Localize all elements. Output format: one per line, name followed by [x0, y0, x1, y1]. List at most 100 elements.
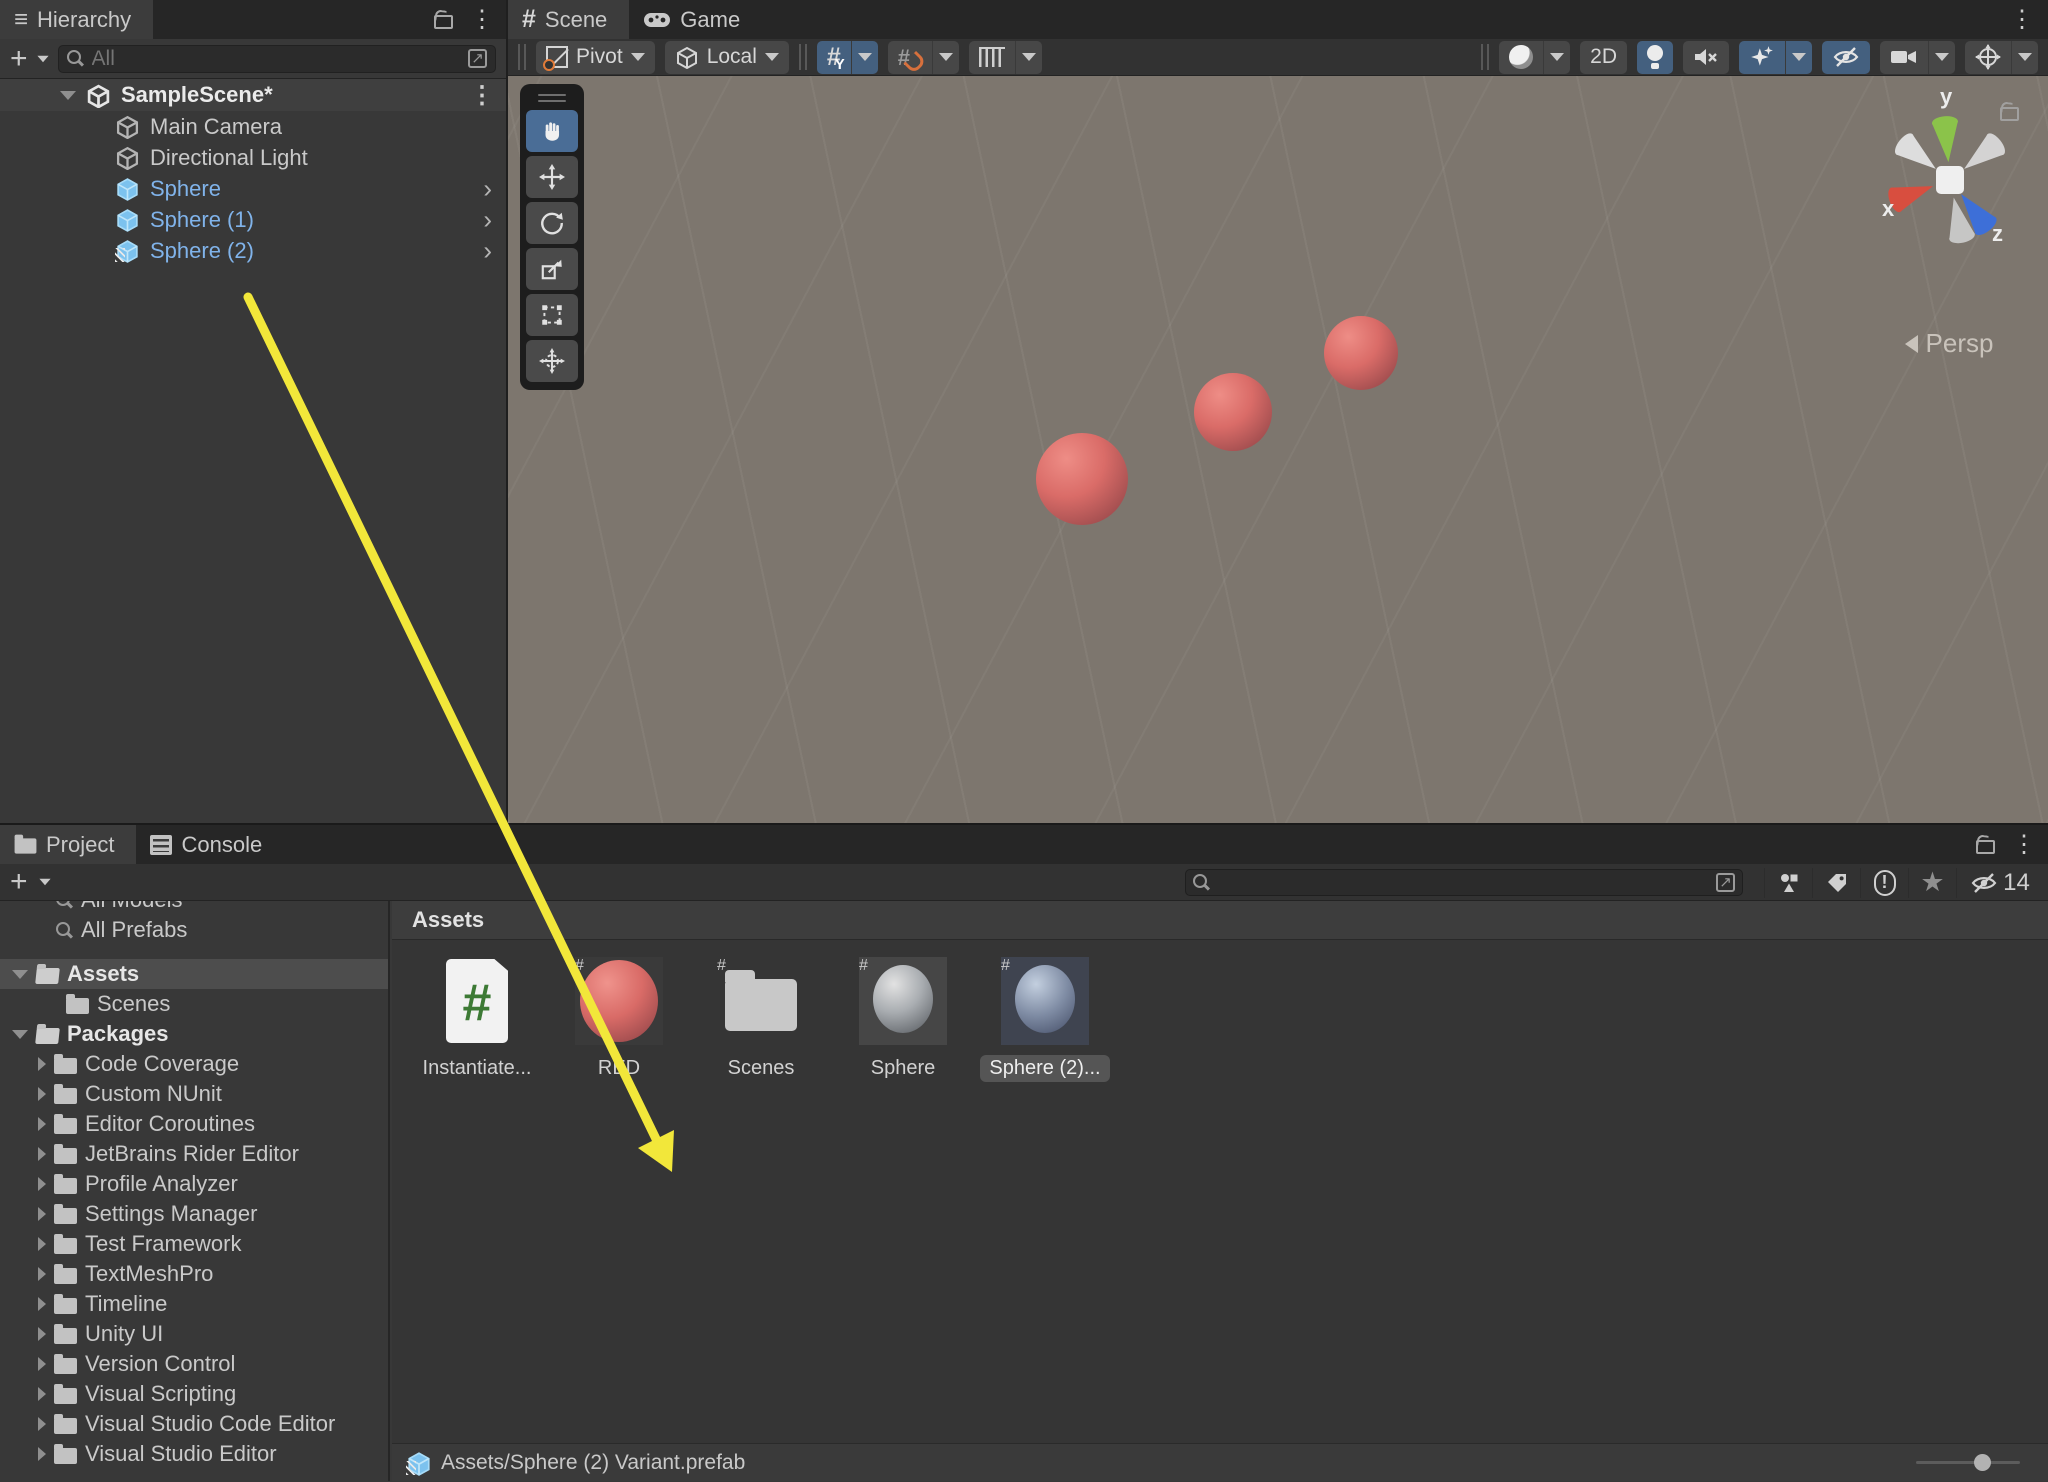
package-item[interactable]: Test Framework	[0, 1229, 388, 1259]
gizmos-caret[interactable]	[2011, 41, 2038, 74]
hierarchy-item[interactable]: Sphere (2) ›	[0, 235, 506, 266]
assets-breadcrumb[interactable]: Assets	[392, 901, 2048, 940]
create-asset-button[interactable]: +	[10, 867, 28, 897]
asset-thumbnail[interactable]: #	[717, 957, 805, 1045]
package-item[interactable]: Profile Analyzer	[0, 1169, 388, 1199]
asset-item[interactable]: # Scenes	[690, 957, 832, 1082]
package-item[interactable]: Visual Studio Code Editor	[0, 1409, 388, 1439]
transform-tool-button[interactable]	[526, 340, 578, 382]
gizmo-y-label[interactable]: y	[1940, 84, 1952, 110]
scale-tool-button[interactable]	[526, 248, 578, 290]
scene-kebab-icon[interactable]: ⋮	[470, 81, 494, 110]
gizmo-x-label[interactable]: x	[1882, 196, 1894, 222]
package-foldout-icon[interactable]	[38, 1357, 46, 1371]
package-item[interactable]: JetBrains Rider Editor	[0, 1139, 388, 1169]
open-search-window-icon[interactable]: ↗	[468, 49, 487, 68]
package-item[interactable]: Visual Scripting	[0, 1379, 388, 1409]
tab-game[interactable]: Game	[629, 0, 762, 39]
local-dropdown[interactable]: Local	[665, 41, 789, 74]
tab-scene[interactable]: # Scene	[508, 0, 629, 39]
overlay-drag-handle[interactable]	[526, 90, 578, 106]
add-object-caret-icon[interactable]	[37, 55, 48, 61]
package-item[interactable]: Custom NUnit	[0, 1079, 388, 1109]
hierarchy-item[interactable]: Main Camera ›	[0, 111, 506, 142]
rect-tool-button[interactable]	[526, 294, 578, 336]
lock-icon[interactable]	[432, 10, 452, 30]
package-item[interactable]: Settings Manager	[0, 1199, 388, 1229]
project-search-window-icon[interactable]: ↗	[1716, 873, 1735, 892]
scene-effects-caret[interactable]	[1785, 41, 1812, 74]
scene-root-row[interactable]: SampleScene* ⋮	[0, 79, 506, 111]
toolbar-drag-handle-3[interactable]	[1481, 44, 1489, 70]
package-item[interactable]: Editor Coroutines	[0, 1109, 388, 1139]
package-foldout-icon[interactable]	[38, 1147, 46, 1161]
asset-item[interactable]: # Sphere	[832, 957, 974, 1082]
toolbar-drag-handle-2[interactable]	[799, 44, 807, 70]
tab-project[interactable]: Project	[0, 825, 136, 864]
hand-tool-button[interactable]	[526, 110, 578, 152]
scene-lighting-button[interactable]	[1637, 41, 1673, 74]
project-search[interactable]: ↗	[1185, 869, 1743, 896]
move-tool-button[interactable]	[526, 156, 578, 198]
perspective-toggle[interactable]: Persp	[1874, 328, 2024, 359]
asset-thumbnail[interactable]: #	[575, 957, 663, 1045]
package-item[interactable]: Timeline	[0, 1289, 388, 1319]
package-item[interactable]: Code Coverage	[0, 1049, 388, 1079]
filter-by-type-button[interactable]	[1764, 868, 1812, 898]
tree-item-scenes[interactable]: Scenes	[0, 989, 388, 1019]
package-foldout-icon[interactable]	[38, 1327, 46, 1341]
package-foldout-icon[interactable]	[38, 1237, 46, 1251]
scene-effects-button[interactable]	[1739, 41, 1785, 74]
package-foldout-icon[interactable]	[38, 1267, 46, 1281]
asset-thumbnail[interactable]: #	[1001, 957, 1089, 1045]
package-item[interactable]: TextMeshPro	[0, 1259, 388, 1289]
hierarchy-item[interactable]: Sphere ›	[0, 173, 506, 204]
kebab-menu-icon[interactable]: ⋮	[470, 5, 494, 34]
gizmo-lock-icon[interactable]	[1998, 102, 2018, 122]
shading-mode-button[interactable]	[1499, 41, 1543, 74]
package-item[interactable]: Visual Studio Editor	[0, 1439, 388, 1469]
grid-visibility-button[interactable]: #Y	[817, 41, 851, 74]
prefab-chevron-icon[interactable]: ›	[483, 235, 492, 266]
hierarchy-item[interactable]: Sphere (1) ›	[0, 204, 506, 235]
scene-camera-button[interactable]	[1880, 41, 1928, 74]
scene-viewport[interactable]: y x z Persp	[508, 76, 2048, 823]
tree-item-packages[interactable]: Packages	[0, 1019, 388, 1049]
rotate-tool-button[interactable]	[526, 202, 578, 244]
assets-foldout-icon[interactable]	[12, 970, 28, 979]
increment-snap-button[interactable]	[969, 41, 1015, 74]
tree-item-assets[interactable]: Assets	[0, 959, 388, 989]
asset-thumbnail[interactable]: #	[859, 957, 947, 1045]
package-foldout-icon[interactable]	[38, 1057, 46, 1071]
hierarchy-search-input[interactable]	[92, 47, 460, 71]
hierarchy-search[interactable]: ↗	[58, 45, 496, 73]
scene-foldout-icon[interactable]	[60, 91, 76, 100]
pivot-dropdown[interactable]: Pivot	[536, 41, 655, 74]
prefab-chevron-icon[interactable]: ›	[483, 173, 492, 204]
audio-mute-button[interactable]	[1683, 41, 1729, 74]
toolbar-drag-handle[interactable]	[518, 44, 526, 70]
grid-options-caret[interactable]	[851, 41, 878, 74]
add-object-button[interactable]: +	[10, 44, 28, 74]
project-lock-icon[interactable]	[1974, 835, 1994, 855]
slider-thumb[interactable]	[1974, 1454, 1991, 1471]
asset-item[interactable]: # RED	[548, 957, 690, 1082]
thumbnail-zoom-slider[interactable]	[1916, 1454, 2020, 1470]
favorites-button[interactable]: ★	[1908, 868, 1956, 898]
package-item[interactable]: Version Control	[0, 1349, 388, 1379]
tab-console[interactable]: Console	[136, 825, 284, 864]
package-foldout-icon[interactable]	[38, 1387, 46, 1401]
scene-kebab-menu-icon[interactable]: ⋮	[2010, 5, 2034, 34]
package-foldout-icon[interactable]	[38, 1417, 46, 1431]
scene-camera-caret[interactable]	[1928, 41, 1955, 74]
scene-sphere-2[interactable]	[1194, 373, 1272, 451]
gizmo-z-label[interactable]: z	[1992, 221, 2003, 247]
filter-by-label-button[interactable]	[1812, 868, 1860, 898]
package-item[interactable]: Unity UI	[0, 1319, 388, 1349]
package-foldout-icon[interactable]	[38, 1177, 46, 1191]
package-foldout-icon[interactable]	[38, 1207, 46, 1221]
hidden-count-button[interactable]: 14	[1956, 868, 2042, 898]
snap-options-caret[interactable]	[932, 41, 959, 74]
scene-visibility-button[interactable]	[1822, 41, 1870, 74]
console-errors-button[interactable]: !	[1860, 868, 1908, 898]
